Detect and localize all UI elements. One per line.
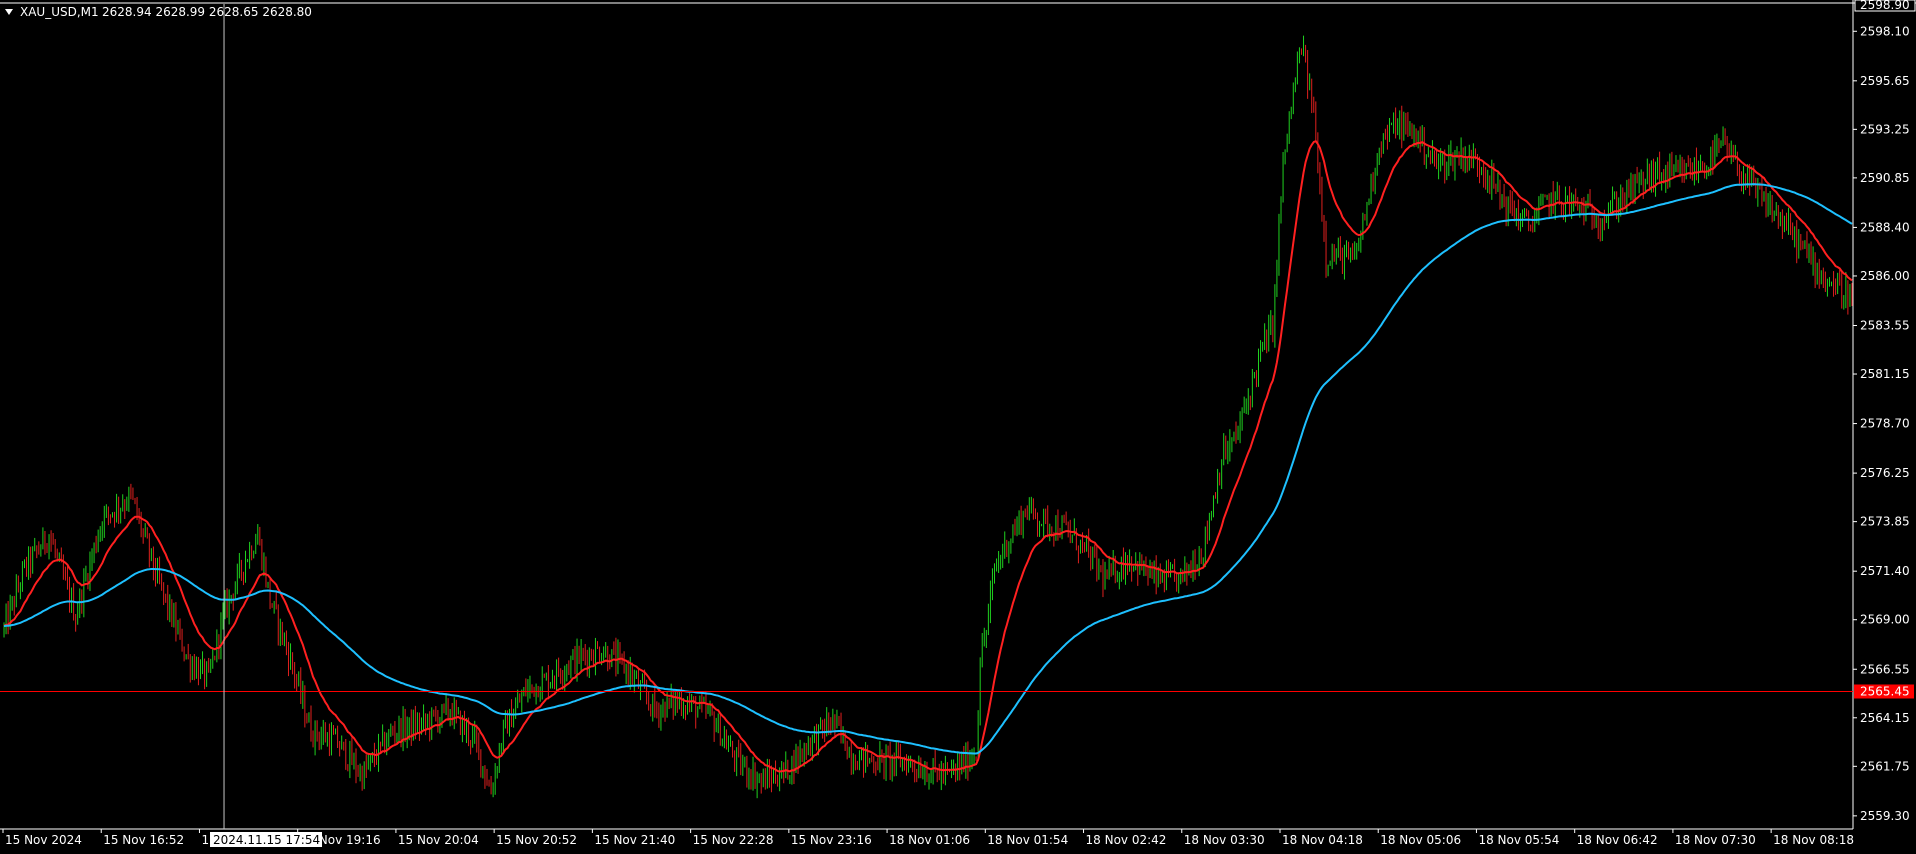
time-tick-label: 15 Nov 21:40 [594,833,675,847]
time-tick-label: 15 Nov 20:04 [398,833,479,847]
price-tick-label: 2593.25 [1860,122,1910,136]
time-tick-label: 18 Nov 01:06 [889,833,970,847]
hline-price-label: 2565.45 [1860,684,1910,698]
price-chart[interactable]: 2598.10 2595.65 2593.25 2590.85 2588.40 2586.… [0,0,1916,850]
time-tick-label: 18 Nov 04:18 [1282,833,1363,847]
time-tick-label: 18 Nov 08:18 [1773,833,1854,847]
symbol-label: XAU_USD,M1 [20,5,99,19]
price-tick-label: 2581.15 [1860,367,1910,381]
chart-window[interactable]: 2598.10 2595.65 2593.25 2590.85 2588.40 2586.… [0,0,1916,850]
price-tick-label: 2590.85 [1860,171,1910,185]
time-tick-label: 15 Nov 20:52 [496,833,577,847]
time-tick-label: 15 Nov 23:16 [791,833,872,847]
price-tick-label: 2571.40 [1860,564,1910,578]
price-tick-label: 2586.00 [1860,269,1910,283]
top-price-label: 2598.90 [1860,0,1910,12]
price-tick-label: 2561.75 [1860,759,1910,773]
price-tick-label: 2569.00 [1860,613,1910,627]
chart-background [0,0,1916,850]
price-tick-label: 2598.10 [1860,24,1910,38]
crosshair-time-label: 2024.11.15 17:54 [213,833,320,847]
time-tick-label: 15 Nov 2024 [5,833,82,847]
price-tick-label: 2566.55 [1860,662,1910,676]
price-tick-label: 2588.40 [1860,220,1910,234]
time-tick-label: 18 Nov 05:54 [1478,833,1559,847]
price-tick-label: 2573.85 [1860,515,1910,529]
time-tick-label: 18 Nov 05:06 [1380,833,1461,847]
time-tick-label: 15 Nov 16:52 [103,833,184,847]
price-tick-label: 2578.70 [1860,417,1910,431]
ohlc-readout: 2628.94 2628.99 2628.65 2628.80 [102,5,312,19]
time-tick-label: 18 Nov 06:42 [1577,833,1658,847]
chart-header: XAU_USD,M1 2628.94 2628.99 2628.65 2628.… [5,5,312,19]
time-tick-label: 18 Nov 02:42 [1086,833,1167,847]
price-tick-label: 2583.55 [1860,318,1910,332]
time-tick-label: 18 Nov 07:30 [1675,833,1756,847]
time-tick-label: 18 Nov 03:30 [1184,833,1265,847]
price-tick-label: 2576.25 [1860,466,1910,480]
time-tick-label: 15 Nov 22:28 [693,833,774,847]
price-tick-label: 2595.65 [1860,74,1910,88]
price-tick-label: 2559.30 [1860,809,1910,823]
time-tick-label: 18 Nov 01:54 [987,833,1068,847]
price-tick-label: 2564.15 [1860,711,1910,725]
